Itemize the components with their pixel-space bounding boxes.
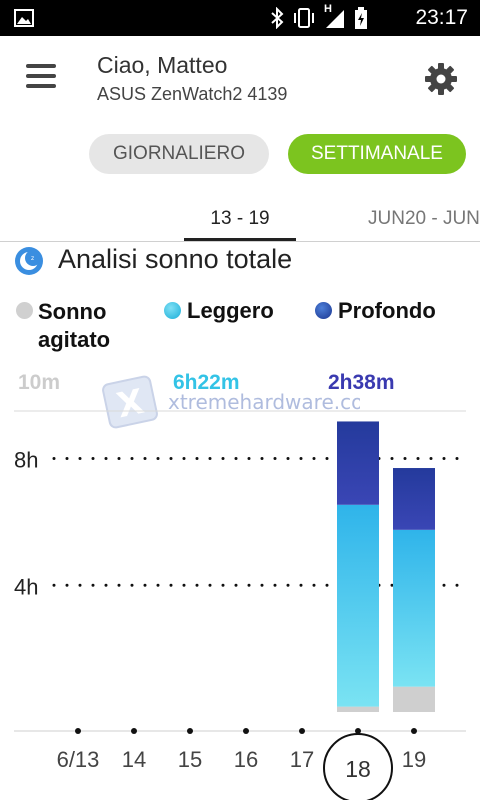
y-tick-label: 8h [14, 448, 38, 473]
bar-19-leggero [393, 529, 435, 687]
bar-19-profondo [393, 468, 435, 530]
x-tick-label: 17 [290, 747, 314, 772]
tab-next-week[interactable]: JUN20 - JUN [368, 208, 480, 230]
x-tick-label: 6/13 [57, 747, 100, 772]
legend-label-light: Leggero [187, 298, 274, 323]
section-title: Analisi sonno totale [58, 244, 293, 274]
tab-current-week[interactable]: 13 - 19 [184, 208, 296, 241]
x-tick-label: 16 [234, 747, 258, 772]
sleep-chart: 4h 8h 6/13 14 15 16 17 18 19 [14, 410, 466, 800]
app-header: Ciao, Matteo ASUS ZenWatch2 4139 [0, 36, 480, 120]
x-tick-dot [131, 728, 137, 734]
restless-total: 10m [18, 371, 61, 394]
legend-label-restless: Sonno agitato [38, 299, 111, 352]
sleep-moon-icon: z [15, 247, 43, 275]
svg-text:z: z [31, 255, 34, 262]
light-total: 6h22m [173, 371, 240, 394]
y-tick-label: 4h [14, 574, 38, 599]
gear-icon[interactable] [424, 62, 458, 96]
x-tick-label: 14 [122, 747, 146, 772]
bar-18-profondo [337, 421, 379, 505]
bar-18-leggero [337, 504, 379, 707]
week-tabs: 13 - 19 JUN20 - JUN [0, 196, 480, 242]
bar-19-sonno-agitato [393, 686, 435, 712]
legend-dot-light [164, 302, 181, 319]
deep-total: 2h38m [328, 371, 395, 394]
device-name: ASUS ZenWatch2 4139 [97, 84, 288, 104]
x-tick-dot [75, 728, 81, 734]
status-time: 23:17 [415, 6, 468, 29]
x-tick-dot [243, 728, 249, 734]
x-tick-label-selected: 18 [345, 756, 371, 782]
battery-charging-icon [355, 7, 367, 29]
signal-icon [326, 10, 344, 28]
vibrate-icon [294, 8, 314, 28]
user-greeting: Ciao, Matteo [97, 52, 228, 78]
weekly-view-button[interactable]: SETTIMANALE [288, 134, 466, 174]
menu-icon[interactable] [26, 60, 56, 96]
x-tick-dot [187, 728, 193, 734]
x-tick-dot [299, 728, 305, 734]
legend-label-deep: Profondo [338, 298, 436, 323]
legend-dot-restless [16, 302, 33, 319]
daily-view-button[interactable]: GIORNALIERO [89, 134, 269, 174]
x-tick-label: 19 [402, 747, 426, 772]
bar-18-sonno-agitato [337, 706, 379, 712]
x-tick-dot [411, 728, 417, 734]
gallery-notification-icon [14, 9, 34, 27]
legend-dot-deep [315, 302, 332, 319]
x-tick-label: 15 [178, 747, 202, 772]
bluetooth-icon [271, 7, 284, 29]
status-bar: H 23:17 [0, 0, 480, 36]
